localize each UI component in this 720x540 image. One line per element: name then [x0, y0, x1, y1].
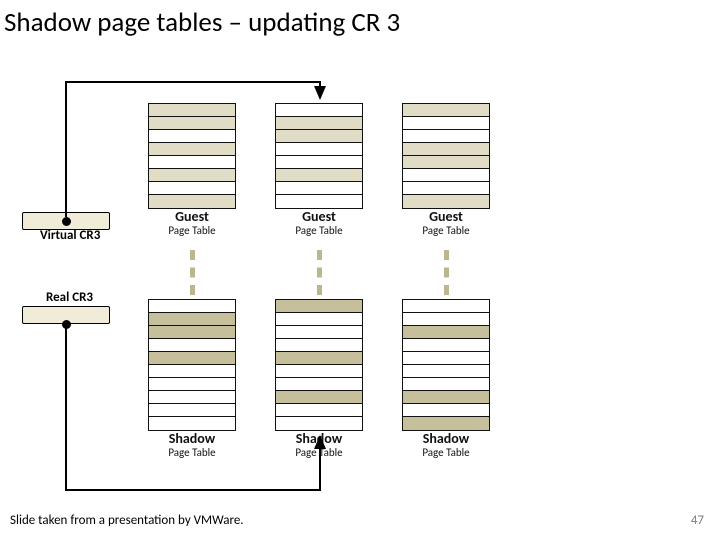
table-row — [276, 117, 362, 130]
table-row — [403, 391, 489, 404]
guest-table-2-box — [275, 103, 363, 209]
table-row — [403, 365, 489, 378]
caption-main: Shadow — [423, 430, 469, 447]
table-row — [149, 169, 235, 182]
table-row — [276, 339, 362, 352]
table-row — [276, 130, 362, 143]
guest-caption-1: Guest Page Table — [148, 210, 236, 236]
page-number: 47 — [691, 513, 704, 528]
table-row — [149, 104, 235, 117]
shadow-table-3-box — [402, 299, 490, 431]
real-cr3-label: Real CR3 — [46, 290, 93, 305]
table-row — [403, 104, 489, 117]
table-row — [149, 417, 235, 430]
shadow-table-1-box — [148, 299, 236, 431]
table-row — [276, 326, 362, 339]
table-row — [403, 117, 489, 130]
table-row — [403, 169, 489, 182]
virtual-cr3-dot — [62, 217, 71, 226]
table-row — [403, 404, 489, 417]
virtual-cr3-label: Virtual CR3 — [40, 228, 100, 243]
table-row — [276, 195, 362, 208]
table-row — [403, 378, 489, 391]
table-row — [149, 300, 235, 313]
table-row — [276, 300, 362, 313]
caption-main: Shadow — [296, 430, 342, 447]
table-row — [276, 182, 362, 195]
table-row — [276, 378, 362, 391]
table-row — [276, 156, 362, 169]
table-row — [276, 391, 362, 404]
shadow-table-2: Shadow Page Table — [275, 299, 363, 458]
shadow-table-2-box — [275, 299, 363, 431]
caption-main: Shadow — [169, 430, 215, 447]
arrow-layer — [0, 0, 720, 540]
table-row — [403, 339, 489, 352]
table-row — [149, 117, 235, 130]
table-row — [403, 156, 489, 169]
footnote: Slide taken from a presentation by VMWar… — [10, 513, 244, 528]
table-row — [276, 404, 362, 417]
table-row — [276, 417, 362, 430]
guest-caption-3: Guest Page Table — [402, 210, 490, 236]
table-row — [403, 130, 489, 143]
table-row — [403, 313, 489, 326]
table-row — [403, 143, 489, 156]
table-row — [403, 195, 489, 208]
table-row — [403, 326, 489, 339]
shadow-caption-2: Shadow Page Table — [275, 432, 363, 458]
table-row — [149, 195, 235, 208]
table-row — [149, 378, 235, 391]
table-row — [149, 352, 235, 365]
table-row — [276, 104, 362, 117]
table-row — [276, 313, 362, 326]
table-row — [149, 339, 235, 352]
table-row — [403, 352, 489, 365]
dashed-link-1 — [190, 250, 195, 295]
dashed-link-2 — [317, 250, 322, 295]
caption-sub: Page Table — [402, 225, 490, 237]
caption-sub: Page Table — [402, 447, 490, 459]
table-row — [403, 300, 489, 313]
guest-table-1-box — [148, 103, 236, 209]
caption-main: Guest — [429, 208, 463, 225]
shadow-table-3: Shadow Page Table — [402, 299, 490, 458]
table-row — [149, 182, 235, 195]
shadow-caption-3: Shadow Page Table — [402, 432, 490, 458]
shadow-table-1: Shadow Page Table — [148, 299, 236, 458]
table-row — [149, 326, 235, 339]
caption-sub: Page Table — [148, 225, 236, 237]
caption-sub: Page Table — [275, 225, 363, 237]
table-row — [149, 143, 235, 156]
table-row — [403, 182, 489, 195]
table-row — [276, 365, 362, 378]
table-row — [149, 404, 235, 417]
table-row — [149, 391, 235, 404]
table-row — [276, 169, 362, 182]
guest-table-3-box — [402, 103, 490, 209]
caption-sub: Page Table — [275, 447, 363, 459]
shadow-caption-1: Shadow Page Table — [148, 432, 236, 458]
guest-table-2: Guest Page Table — [275, 103, 363, 236]
table-row — [149, 313, 235, 326]
real-cr3-dot — [62, 320, 71, 329]
caption-main: Guest — [175, 208, 209, 225]
table-row — [276, 352, 362, 365]
slide-title: Shadow page tables – updating CR 3 — [4, 6, 400, 39]
guest-caption-2: Guest Page Table — [275, 210, 363, 236]
caption-main: Guest — [302, 208, 336, 225]
table-row — [403, 417, 489, 430]
guest-table-1: Guest Page Table — [148, 103, 236, 236]
table-row — [149, 130, 235, 143]
table-row — [149, 365, 235, 378]
caption-sub: Page Table — [148, 447, 236, 459]
guest-table-3: Guest Page Table — [402, 103, 490, 236]
dashed-link-3 — [444, 250, 449, 295]
table-row — [149, 156, 235, 169]
table-row — [276, 143, 362, 156]
